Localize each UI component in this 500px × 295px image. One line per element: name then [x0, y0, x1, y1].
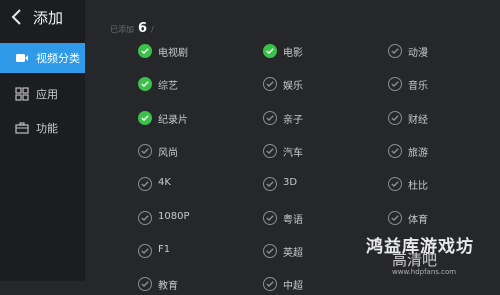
category-item[interactable]: 亲子	[263, 107, 373, 129]
category-label: 音乐	[408, 81, 428, 93]
category-label: 风尚	[158, 147, 178, 159]
checkmark-icon	[263, 243, 277, 258]
category-item[interactable]: 电影	[263, 40, 373, 62]
checkmark-icon	[138, 143, 152, 158]
sidebar-item-label: 功能	[36, 122, 58, 135]
category-label: 动漫	[408, 48, 428, 59]
checkmark-icon	[388, 143, 402, 158]
category-item[interactable]: 动漫	[388, 40, 498, 62]
checkmark-icon	[138, 110, 152, 125]
category-item[interactable]: 汽车	[263, 140, 373, 162]
checkmark-icon	[388, 110, 402, 125]
watermark: 鸿益库游戏坊 高清吧 www.hdpfans.com	[352, 232, 500, 281]
category-item[interactable]: 体育	[388, 207, 498, 229]
checkmark-icon	[138, 44, 152, 58]
category-item[interactable]: 旅游	[388, 140, 498, 162]
category-item[interactable]: 3D	[263, 173, 373, 195]
category-label: 电视剧	[158, 48, 188, 59]
checkmark-icon	[263, 177, 277, 192]
checkmark-icon	[263, 210, 277, 225]
category-label: 财经	[408, 114, 428, 126]
category-label: 综艺	[158, 81, 178, 93]
checkmark-icon	[263, 277, 277, 292]
watermark-subtitle: 高清吧	[392, 251, 438, 269]
sidebar: 添加 视频分类 应用 功能	[0, 0, 85, 281]
checkmark-icon	[138, 243, 152, 258]
sidebar-item-label: 视频分类	[36, 52, 80, 65]
category-item[interactable]: 综艺	[138, 73, 248, 95]
category-label: 纪录片	[158, 114, 188, 126]
selection-summary: 已添加 6/	[110, 21, 154, 36]
sidebar-item-apps[interactable]: 应用	[0, 79, 85, 109]
checkmark-icon	[263, 44, 277, 58]
checkmark-icon	[388, 210, 402, 225]
summary-prefix: 已添加	[110, 25, 134, 34]
back-arrow-icon[interactable]	[10, 8, 24, 26]
checkmark-icon	[138, 277, 152, 292]
checkmark-icon	[138, 77, 152, 92]
sidebar-item-label: 应用	[36, 88, 58, 101]
category-label: 3D	[283, 177, 298, 189]
category-item[interactable]: 1080P	[138, 207, 248, 229]
category-label: 英超	[283, 247, 303, 259]
category-item[interactable]: 杜比	[388, 173, 498, 195]
category-label: 杜比	[408, 181, 428, 193]
category-label: 体育	[408, 214, 428, 226]
checkmark-icon	[138, 177, 152, 192]
category-item[interactable]: 4K	[138, 173, 248, 195]
checkmark-icon	[388, 177, 402, 192]
category-label: 娱乐	[283, 81, 303, 93]
header: 添加	[0, 0, 85, 36]
category-item[interactable]: 纪录片	[138, 107, 248, 129]
sidebar-item-functions[interactable]: 功能	[0, 113, 85, 143]
summary-suffix: /	[151, 25, 154, 34]
category-label: 亲子	[283, 114, 303, 126]
category-item[interactable]: 电视剧	[138, 40, 248, 62]
category-label: 旅游	[408, 147, 428, 159]
category-item[interactable]: 娱乐	[263, 73, 373, 95]
category-label: F1	[158, 243, 171, 255]
checkmark-icon	[263, 143, 277, 158]
category-label: 汽车	[283, 147, 303, 159]
category-label: 教育	[158, 281, 178, 293]
category-label: 中超	[283, 281, 303, 293]
category-item[interactable]: 风尚	[138, 140, 248, 162]
category-item[interactable]: F1	[138, 240, 248, 262]
checkmark-icon	[138, 210, 152, 225]
category-label: 粤语	[283, 214, 303, 226]
toolbox-icon	[15, 122, 29, 134]
category-item[interactable]: 粤语	[263, 207, 373, 229]
watermark-url: www.hdpfans.com	[392, 268, 457, 276]
category-item[interactable]: 财经	[388, 107, 498, 129]
category-item[interactable]: 教育	[138, 273, 248, 295]
page-title: 添加	[33, 9, 64, 27]
checkmark-icon	[263, 110, 277, 125]
video-icon	[16, 54, 28, 62]
checkmark-icon	[388, 77, 402, 92]
checkmark-icon	[263, 77, 277, 92]
category-item[interactable]: 音乐	[388, 73, 498, 95]
checkmark-icon	[388, 44, 402, 58]
selected-count: 6	[138, 21, 148, 36]
category-label: 电影	[283, 48, 303, 59]
category-label: 4K	[158, 177, 171, 189]
apps-grid-icon	[15, 87, 29, 101]
sidebar-item-video-categories[interactable]: 视频分类	[0, 43, 85, 73]
category-label: 1080P	[158, 210, 190, 222]
